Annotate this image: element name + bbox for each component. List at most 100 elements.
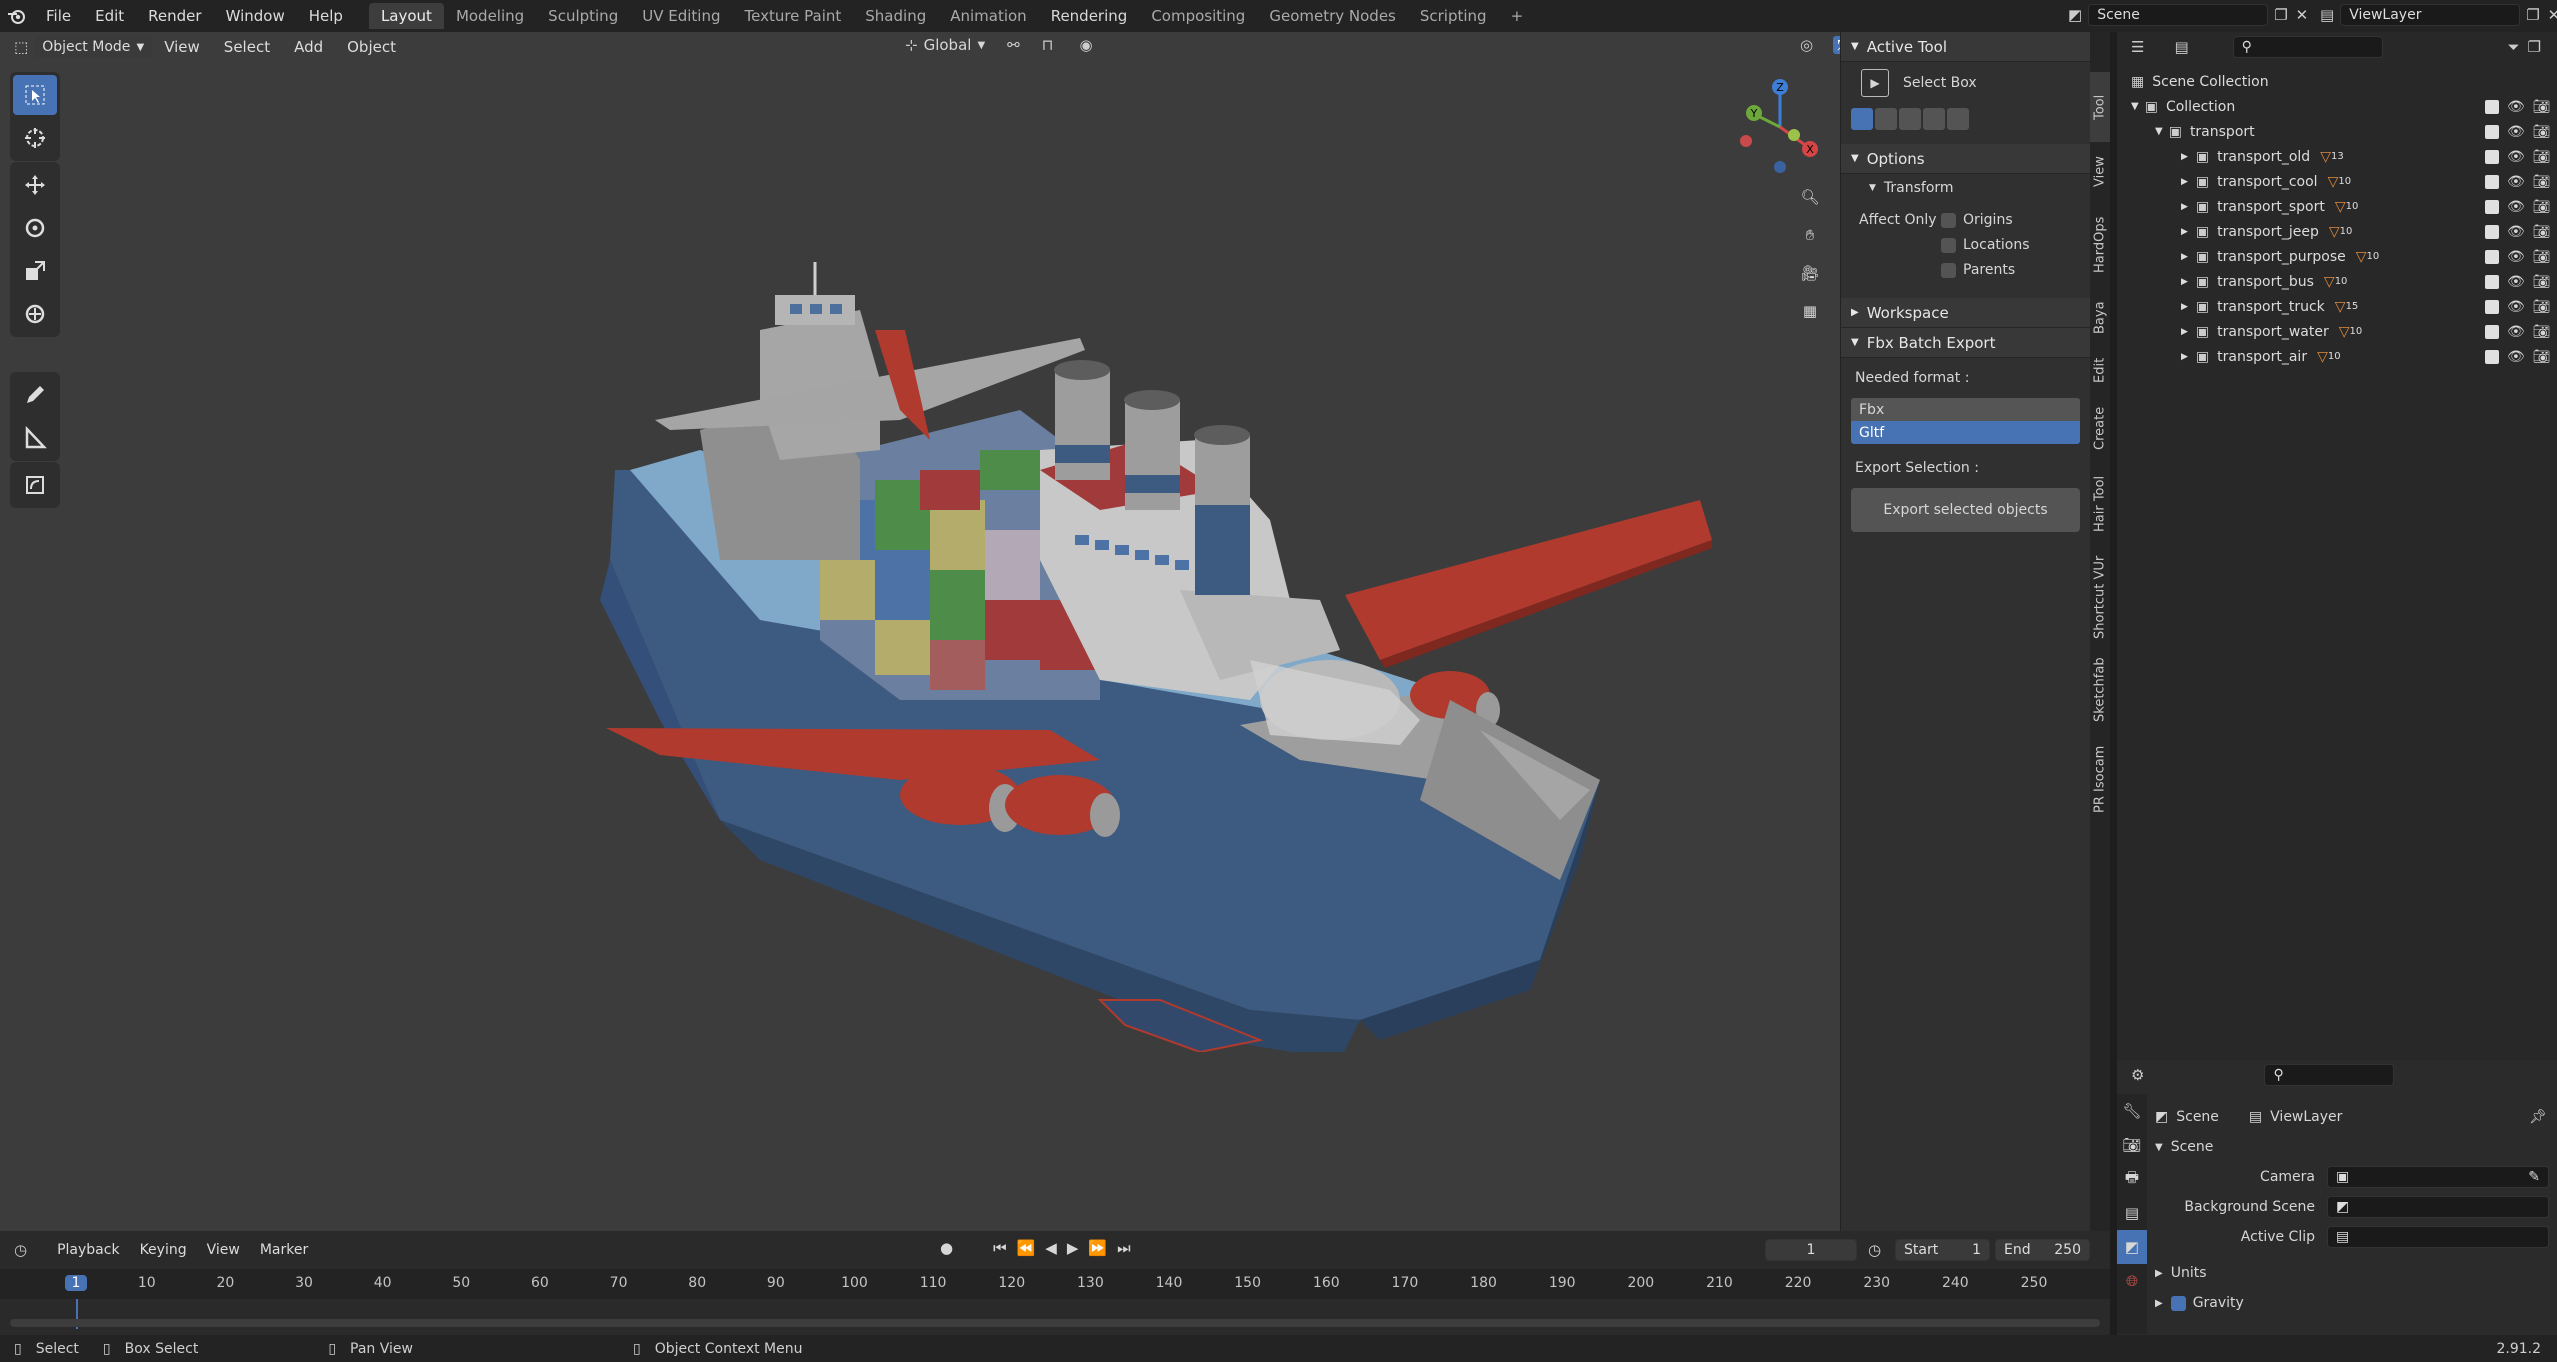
hand-pan-icon[interactable]: ✋︎ bbox=[1795, 220, 1825, 250]
camera-icon[interactable]: 📷︎ bbox=[2533, 124, 2551, 140]
exclude-checkbox[interactable] bbox=[2485, 274, 2499, 289]
expand-arrow-icon[interactable]: ▶ bbox=[2181, 352, 2188, 362]
affect-origins-checkbox[interactable]: Origins bbox=[1941, 212, 2013, 228]
play-reverse-icon[interactable]: ◀ bbox=[1045, 1239, 1057, 1257]
tab-hardops[interactable]: HardOps bbox=[2090, 202, 2110, 287]
eye-icon[interactable]: 👁︎ bbox=[2507, 224, 2525, 240]
menu-file[interactable]: File bbox=[34, 7, 83, 25]
gravity-checkbox[interactable] bbox=[2170, 1295, 2186, 1311]
affect-parents-checkbox[interactable]: Parents bbox=[1941, 262, 2015, 278]
camera-icon[interactable]: 📷︎ bbox=[2533, 199, 2551, 215]
camera-icon[interactable]: 📷︎ bbox=[2533, 274, 2551, 290]
gizmo-neg-x[interactable] bbox=[1740, 135, 1752, 147]
expand-arrow-icon[interactable]: ▶ bbox=[2181, 327, 2188, 337]
navigation-gizmo[interactable]: Z X Y bbox=[1730, 77, 1830, 177]
properties-editor-icon[interactable]: ⚙︎ bbox=[2131, 1066, 2144, 1084]
gizmo-neg-y[interactable] bbox=[1788, 129, 1800, 141]
new-collection-icon[interactable]: ❐ bbox=[2528, 38, 2541, 56]
delete-scene-icon[interactable]: ✕ bbox=[2296, 6, 2309, 24]
tab-hair-tool[interactable]: Hair Tool bbox=[2090, 464, 2110, 544]
scene-collection-row[interactable]: ▦ Scene Collection bbox=[2117, 69, 2557, 94]
camera-icon[interactable]: 📷︎ bbox=[2533, 224, 2551, 240]
play-icon[interactable]: ▶ bbox=[1067, 1239, 1079, 1257]
expand-arrow-icon[interactable]: ▶ bbox=[2181, 302, 2188, 312]
copy-view-layer-icon[interactable]: ❐ bbox=[2526, 6, 2539, 24]
expand-arrow-icon[interactable]: ▶ bbox=[2181, 277, 2188, 287]
expand-arrow-icon[interactable]: ▶ bbox=[2181, 252, 2188, 262]
next-keyframe-icon[interactable]: ⏩ bbox=[1088, 1239, 1107, 1257]
clock-icon[interactable]: ◷ bbox=[1868, 1241, 1881, 1259]
tab-edit[interactable]: Edit bbox=[2090, 348, 2110, 393]
collapse-arrow-icon[interactable]: ▼ bbox=[2131, 101, 2139, 112]
exclude-checkbox[interactable] bbox=[2485, 199, 2499, 214]
tab-texture-paint[interactable]: Texture Paint bbox=[732, 3, 853, 29]
exclude-checkbox[interactable] bbox=[2485, 99, 2499, 114]
tab-create[interactable]: Create bbox=[2090, 396, 2110, 461]
camera-icon[interactable]: 📷︎ bbox=[2533, 299, 2551, 315]
export-selected-button[interactable]: Export selected objects bbox=[1851, 488, 2080, 532]
measure-tool[interactable] bbox=[13, 418, 57, 458]
expand-arrow-icon[interactable]: ▶ bbox=[2181, 152, 2188, 162]
camera-field[interactable]: ▣ ✎ bbox=[2327, 1166, 2549, 1188]
eye-icon[interactable]: 👁︎ bbox=[2507, 349, 2525, 365]
collapse-arrow-icon[interactable]: ▼ bbox=[2155, 126, 2163, 137]
transport-row[interactable]: ▼ ▣ transport 👁︎ 📷︎ bbox=[2117, 119, 2557, 144]
gravity-section-header[interactable]: ▶ Gravity bbox=[2155, 1288, 2555, 1318]
render-tab-icon[interactable]: 📷︎ bbox=[2117, 1128, 2147, 1162]
expand-arrow-icon[interactable]: ▶ bbox=[2181, 202, 2188, 212]
menu-window[interactable]: Window bbox=[214, 7, 297, 25]
tab-sketchfab[interactable]: Sketchfab bbox=[2090, 650, 2110, 730]
jump-end-icon[interactable]: ⏭ bbox=[1117, 1239, 1131, 1257]
menu-help[interactable]: Help bbox=[297, 7, 355, 25]
proportional-edit-icon[interactable]: ◉ bbox=[1079, 36, 1092, 54]
menu-timeline-view[interactable]: View bbox=[197, 1242, 250, 1258]
timeline-editor-icon[interactable]: ◷ bbox=[14, 1241, 27, 1259]
frame-ruler[interactable]: 1 10 20 30 40 50 60 70 80 90 100 110 120 130 140 150 160… bbox=[0, 1269, 2110, 1299]
select-box-tool[interactable] bbox=[13, 75, 57, 115]
camera-view-icon[interactable]: 🎥︎ bbox=[1795, 258, 1825, 288]
menu-view[interactable]: View bbox=[152, 38, 212, 56]
world-tab-icon[interactable]: 🌐︎ bbox=[2117, 1264, 2147, 1298]
tool-tab-icon[interactable]: 🔧︎ bbox=[2117, 1094, 2147, 1128]
prev-keyframe-icon[interactable]: ⏪ bbox=[1017, 1239, 1036, 1257]
outliner-item-row[interactable]: ▶ ▣ transport_purpose ▽ 10 👁︎ 📷︎ bbox=[2117, 244, 2557, 269]
tab-rendering[interactable]: Rendering bbox=[1039, 3, 1140, 29]
menu-render[interactable]: Render bbox=[136, 7, 213, 25]
tab-scripting[interactable]: Scripting bbox=[1408, 3, 1499, 29]
tab-shading[interactable]: Shading bbox=[853, 3, 938, 29]
camera-icon[interactable]: 📷︎ bbox=[2533, 99, 2551, 115]
collection-row[interactable]: ▼ ▣ Collection 👁︎ 📷︎ bbox=[2117, 94, 2557, 119]
display-mode-icon[interactable]: ▤ bbox=[2174, 38, 2188, 56]
workspace-header[interactable]: ▶ Workspace bbox=[1841, 298, 2090, 328]
3d-viewport[interactable]: ⬚ Object Mode ▼ View Select Add Object ⊹… bbox=[0, 32, 2090, 1231]
expand-arrow-icon[interactable]: ▶ bbox=[2181, 227, 2188, 237]
affect-locations-checkbox[interactable]: Locations bbox=[1941, 237, 2030, 253]
current-frame-field[interactable]: 1 bbox=[1765, 1239, 1857, 1261]
scale-tool[interactable] bbox=[13, 251, 57, 291]
visibility-icon[interactable]: ◎ bbox=[1800, 36, 1813, 54]
select-mode-intersect-icon[interactable] bbox=[1947, 108, 1969, 130]
delete-view-layer-icon[interactable]: ✕ bbox=[2548, 6, 2557, 24]
move-tool[interactable] bbox=[13, 165, 57, 205]
eye-icon[interactable]: 👁︎ bbox=[2507, 299, 2525, 315]
tab-geometry-nodes[interactable]: Geometry Nodes bbox=[1257, 3, 1408, 29]
fbx-batch-export-header[interactable]: ▼ Fbx Batch Export bbox=[1841, 328, 2090, 358]
menu-object[interactable]: Object bbox=[335, 38, 408, 56]
pin-icon[interactable]: 📌︎ bbox=[2529, 1109, 2547, 1125]
tab-baya[interactable]: Baya bbox=[2090, 290, 2110, 345]
transform-tool[interactable] bbox=[13, 294, 57, 334]
checkbox[interactable] bbox=[1941, 212, 1956, 228]
jump-start-icon[interactable]: ⏮ bbox=[993, 1239, 1007, 1257]
tab-layout[interactable]: Layout bbox=[368, 3, 444, 29]
checkbox[interactable] bbox=[1941, 237, 1956, 253]
editor-type-icon[interactable]: ⬚ bbox=[14, 38, 28, 56]
eye-icon[interactable]: 👁︎ bbox=[2507, 199, 2525, 215]
transform-subheader[interactable]: ▼ Transform bbox=[1841, 174, 2090, 202]
gizmo-neg-z[interactable] bbox=[1774, 161, 1786, 173]
snap-icon[interactable]: ⊓ bbox=[1042, 36, 1054, 54]
grid-view-icon[interactable]: ▦ bbox=[1795, 296, 1825, 326]
outliner-item-row[interactable]: ▶ ▣ transport_sport ▽ 10 👁︎ 📷︎ bbox=[2117, 194, 2557, 219]
outliner-item-row[interactable]: ▶ ▣ transport_air ▽ 10 👁︎ 📷︎ bbox=[2117, 344, 2557, 369]
rotate-tool[interactable] bbox=[13, 208, 57, 248]
active-tool-header[interactable]: ▼ Active Tool bbox=[1841, 32, 2090, 62]
